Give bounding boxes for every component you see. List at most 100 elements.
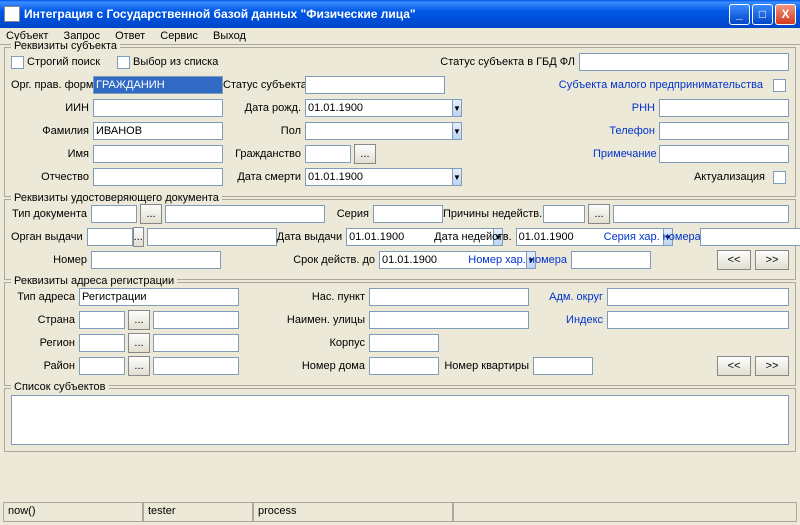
fam-input[interactable] (93, 122, 223, 140)
name-label: Имя (11, 148, 93, 160)
note-label[interactable]: Примечание (593, 148, 659, 160)
issued-label: Дата выдачи (277, 231, 346, 243)
invalid-browse-button[interactable]: ... (588, 204, 610, 224)
district-input[interactable] (79, 357, 125, 375)
dob-input[interactable] (305, 99, 453, 117)
iin-label: ИИН (11, 102, 93, 114)
charnum-input[interactable] (571, 251, 651, 269)
fromlist-checkbox[interactable] (117, 56, 130, 69)
tel-input[interactable] (659, 122, 789, 140)
close-button[interactable]: X (775, 4, 796, 25)
rnn-input[interactable] (659, 99, 789, 117)
cit-browse-button[interactable]: ... (354, 144, 376, 164)
fromlist-label: Выбор из списка (133, 56, 218, 68)
doctype-input[interactable] (91, 205, 137, 223)
titlebar: Интеграция с Государственной базой данны… (0, 0, 800, 28)
apt-input[interactable] (533, 357, 593, 375)
addr-prev-button[interactable]: << (717, 356, 751, 376)
smb-checkbox[interactable] (773, 79, 786, 92)
valid-combo[interactable]: ▼ (379, 251, 467, 269)
cit-input[interactable] (305, 145, 351, 163)
index-input[interactable] (607, 311, 789, 329)
charser-input[interactable] (700, 228, 800, 246)
sex-label: Пол (223, 125, 305, 137)
chevron-down-icon[interactable]: ▼ (453, 122, 462, 140)
doc-prev-button[interactable]: << (717, 250, 751, 270)
status-cell-1: now() (3, 503, 143, 522)
atype-input[interactable] (79, 288, 239, 306)
country-browse-button[interactable]: ... (128, 310, 150, 330)
tel-label[interactable]: Телефон (599, 125, 659, 137)
iin-input[interactable] (93, 99, 223, 117)
subject-legend: Реквизиты субъекта (11, 40, 120, 52)
street-label: Наимен. улицы (239, 314, 369, 326)
menubar: Субъект Запрос Ответ Сервис Выход (0, 28, 800, 45)
maximize-button[interactable]: □ (752, 4, 773, 25)
act-label: Актуализация (694, 171, 769, 183)
charnum-label[interactable]: Номер хар. номера (467, 254, 571, 266)
subject-listbox[interactable] (11, 395, 789, 445)
num-input[interactable] (91, 251, 221, 269)
valid-label: Срок действ. до (221, 254, 379, 266)
country-input[interactable] (79, 311, 125, 329)
block-input[interactable] (369, 334, 439, 352)
name-input[interactable] (93, 145, 223, 163)
patr-input[interactable] (93, 168, 223, 186)
street-input[interactable] (369, 311, 529, 329)
invalid-name-input[interactable] (613, 205, 789, 223)
series-input[interactable] (373, 205, 443, 223)
smb-label[interactable]: Субъекта малого предпринимательства (559, 79, 767, 91)
issuer-name-input[interactable] (147, 228, 277, 246)
issuer-label: Орган выдачи (11, 231, 87, 243)
sex-combo[interactable]: ▼ (305, 122, 393, 140)
note-input[interactable] (659, 145, 789, 163)
doctype-browse-button[interactable]: ... (140, 204, 162, 224)
menu-exit[interactable]: Выход (213, 30, 246, 42)
adm-label[interactable]: Адм. округ (529, 291, 607, 303)
district-name-input[interactable] (153, 357, 239, 375)
chevron-down-icon[interactable]: ▼ (453, 99, 462, 117)
subject-list-groupbox: Список субъектов (4, 388, 796, 452)
adm-input[interactable] (607, 288, 789, 306)
act-checkbox[interactable] (773, 171, 786, 184)
orgform-input[interactable] (93, 76, 223, 94)
minimize-button[interactable]: _ (729, 4, 750, 25)
menu-service[interactable]: Сервис (160, 30, 198, 42)
status-cell-4 (453, 503, 797, 522)
fam-label: Фамилия (11, 125, 93, 137)
statusbar: now() tester process (3, 502, 797, 522)
region-input[interactable] (79, 334, 125, 352)
invdate-combo[interactable]: ▼ (516, 228, 604, 246)
issuer-browse-button[interactable]: ... (133, 227, 144, 247)
status-cell-3: process (253, 503, 453, 522)
issued-combo[interactable]: ▼ (346, 228, 434, 246)
house-input[interactable] (369, 357, 439, 375)
charser-label[interactable]: Серия хар. номера (604, 231, 700, 243)
dob-combo[interactable]: ▼ (305, 99, 393, 117)
status-subj-input[interactable] (305, 76, 445, 94)
rnn-label[interactable]: РНН (599, 102, 659, 114)
district-browse-button[interactable]: ... (128, 356, 150, 376)
addr-next-button[interactable]: >> (755, 356, 789, 376)
region-name-input[interactable] (153, 334, 239, 352)
country-name-input[interactable] (153, 311, 239, 329)
orgform-label: Орг. прав. форма (11, 79, 93, 91)
locality-input[interactable] (369, 288, 529, 306)
document-legend: Реквизиты удостоверяющего документа (11, 192, 222, 204)
status-cell-2: tester (143, 503, 253, 522)
invalid-input[interactable] (543, 205, 585, 223)
issuer-input[interactable] (87, 228, 133, 246)
index-label[interactable]: Индекс (529, 314, 607, 326)
region-browse-button[interactable]: ... (128, 333, 150, 353)
invalid-label: Причины недейств. (443, 208, 543, 220)
strict-search-checkbox[interactable] (11, 56, 24, 69)
dod-combo[interactable]: ▼ (305, 168, 393, 186)
atype-label: Тип адреса (11, 291, 79, 303)
doc-next-button[interactable]: >> (755, 250, 789, 270)
app-icon (4, 6, 20, 22)
dod-input[interactable] (305, 168, 453, 186)
chevron-down-icon[interactable]: ▼ (453, 168, 462, 186)
doctype-name-input[interactable] (165, 205, 325, 223)
status-gbd-input[interactable] (579, 53, 789, 71)
sex-input[interactable] (305, 122, 453, 140)
